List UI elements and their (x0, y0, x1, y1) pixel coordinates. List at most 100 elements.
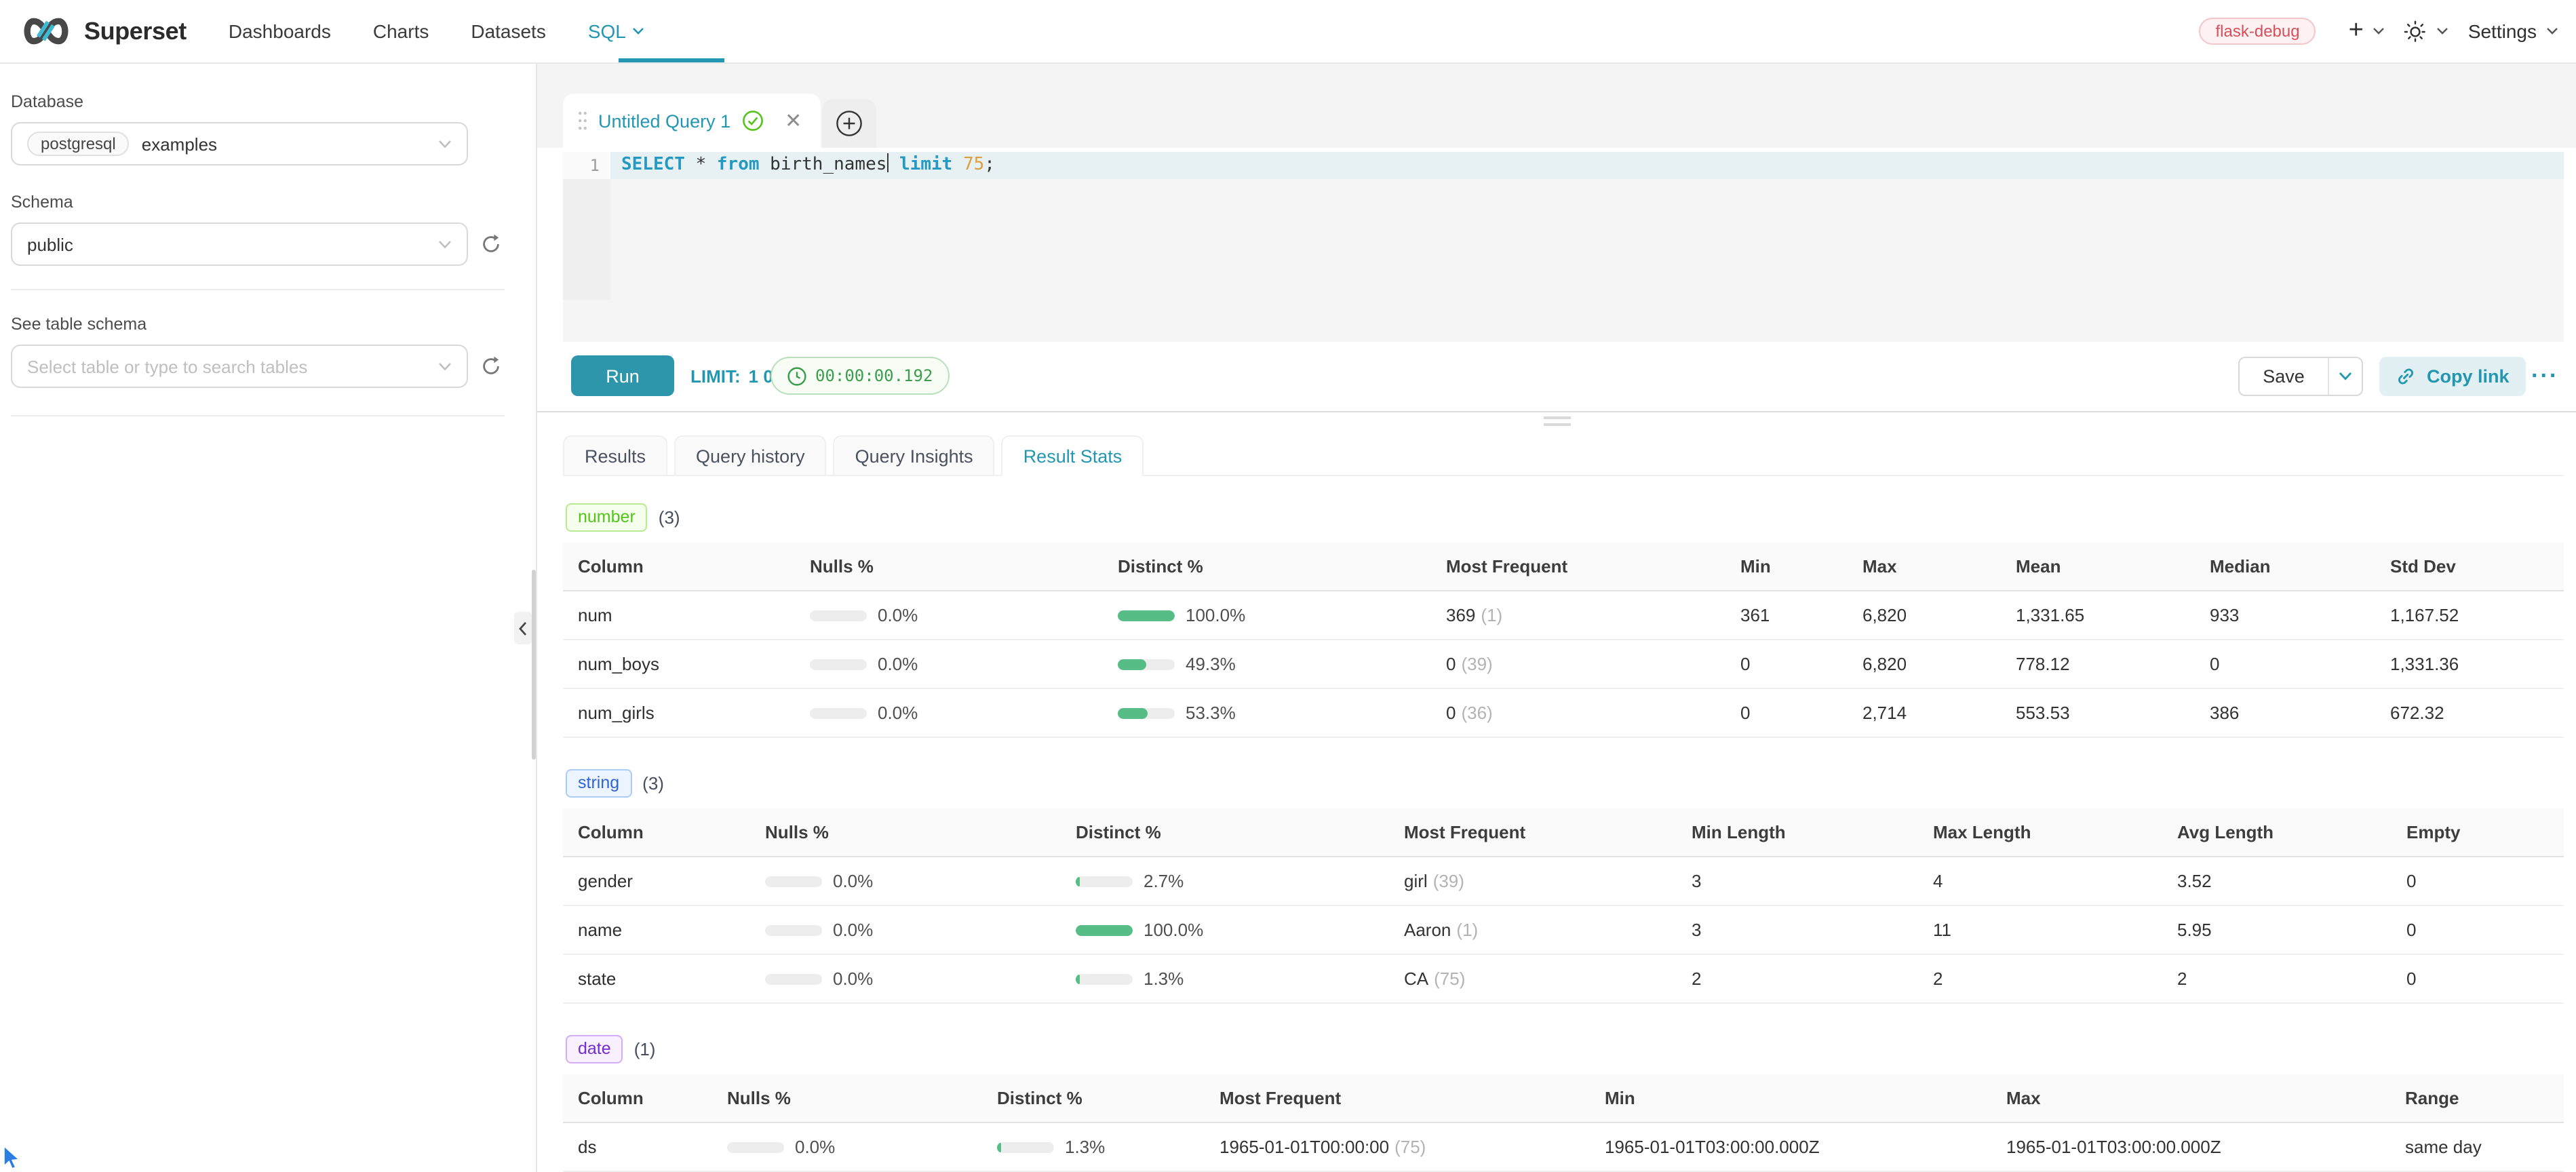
percent-bar-fill (1118, 659, 1146, 669)
close-tab-icon[interactable]: ✕ (785, 111, 802, 131)
resize-grip[interactable] (1544, 416, 1571, 429)
cell-value: 3 (1692, 871, 1933, 891)
sql-editor-pane: Untitled Query 1 ✕ 1 SELECT * from birt (537, 64, 2576, 1172)
percent-bar-fill (1076, 973, 1080, 984)
cell-value: 1965-01-01T03:00:00.000Z (1605, 1137, 2006, 1157)
theme-toggle-menu[interactable] (2404, 20, 2449, 43)
percent-label: 1.3% (1144, 969, 1184, 989)
chevron-down-icon (2339, 372, 2352, 381)
percent-cell: 2.7% (1076, 871, 1404, 891)
percent-bar-track (1118, 610, 1175, 621)
panel-divider (537, 411, 2576, 412)
tab-result-stats[interactable]: Result Stats (1002, 435, 1144, 476)
tab-query-history[interactable]: Query history (674, 435, 827, 476)
nav-item-charts[interactable]: Charts (373, 20, 429, 42)
cell-value: 778.12 (2016, 654, 2210, 674)
percent-bar-fill (1076, 876, 1080, 886)
limit-label: LIMIT: (690, 366, 741, 387)
sql-code-editor[interactable]: 1 SELECT * from birth_names limit 75; (563, 148, 2564, 342)
tab-label: Results (585, 446, 646, 466)
cell-value: 6,820 (1862, 654, 2016, 674)
percent-cell: 0.0% (810, 703, 1118, 723)
cell-value: 0 (2406, 920, 2564, 940)
cell-value: 2,714 (1862, 703, 2016, 723)
chevron-down-icon (438, 139, 452, 149)
cell-value: 553.53 (2016, 703, 2210, 723)
percent-cell: 0.0% (765, 920, 1076, 940)
nav-item-dashboards[interactable]: Dashboards (229, 20, 331, 42)
type-tag-number: number (566, 503, 648, 532)
percent-label: 0.0% (878, 605, 918, 625)
sun-theme-icon (2404, 20, 2427, 43)
cell-value: 0 (1740, 703, 1862, 723)
mouse-cursor (3, 1146, 22, 1171)
column-header: Column (578, 556, 810, 577)
percent-bar-track (1076, 924, 1133, 935)
column-header: Distinct % (1118, 556, 1446, 577)
cell-value: 2 (1933, 969, 2177, 989)
cell-column-name: ds (578, 1137, 727, 1157)
cell-value: 1,167.52 (2390, 605, 2564, 625)
percent-label: 0.0% (833, 871, 873, 891)
cell-value: 1,331.65 (2016, 605, 2210, 625)
chevron-down-icon (438, 362, 452, 371)
new-item-menu[interactable]: + (2349, 20, 2385, 42)
cell-most-frequent: girl(39) (1404, 871, 1692, 891)
percent-bar-fill (1118, 610, 1175, 621)
nav-item-datasets[interactable]: Datasets (471, 20, 546, 42)
chevron-down-icon (2546, 27, 2558, 35)
schema-select-value: public (27, 234, 438, 254)
chevron-left-icon (518, 621, 528, 636)
query-tab[interactable]: Untitled Query 1 ✕ (563, 94, 821, 148)
cell-column-name: state (578, 969, 765, 989)
cell-most-frequent: 1965-01-01T00:00:00(75) (1219, 1137, 1605, 1157)
run-query-button[interactable]: Run (571, 355, 674, 396)
copy-link-button[interactable]: Copy link (2379, 357, 2526, 396)
cell-value: 386 (2210, 703, 2390, 723)
table-row: name0.0%100.0%Aaron(1)3115.950 (563, 906, 2564, 955)
editor-toolbar: Run LIMIT: 1 000 00:00:00.192 Save (537, 342, 2576, 411)
column-header: Empty (2406, 822, 2564, 842)
type-tag-string: string (566, 769, 631, 798)
sidebar-divider (11, 289, 505, 290)
collapse-sidebar-button[interactable] (514, 612, 532, 644)
most-frequent-value: 0 (1446, 703, 1456, 723)
query-timer-badge: 00:00:00.192 (770, 357, 949, 395)
percent-bar-track (727, 1141, 784, 1152)
most-frequent-value: 369 (1446, 605, 1475, 625)
column-header: Min (1740, 556, 1862, 577)
nav-item-sql[interactable]: SQL (588, 20, 645, 42)
query-tab-strip: Untitled Query 1 ✕ (537, 64, 2576, 148)
new-query-tab-button[interactable] (822, 99, 876, 148)
column-header: Most Frequent (1219, 1088, 1605, 1108)
database-select[interactable]: postgresql examples (11, 122, 468, 165)
percent-bar-fill (1076, 924, 1133, 935)
tab-label: Query history (696, 446, 805, 466)
sql-token-plain (952, 155, 963, 175)
percent-label: 2.7% (1144, 871, 1184, 891)
percent-bar-track (765, 876, 822, 886)
superset-brand[interactable]: Superset (20, 15, 187, 47)
save-options-button[interactable] (2329, 358, 2362, 395)
section-heading: date (1) (566, 1035, 2561, 1063)
result-stats-panel: number(3)ColumnNulls %Distinct %Most Fre… (563, 476, 2564, 1172)
tab-results[interactable]: Results (563, 435, 667, 476)
schema-select[interactable]: public (11, 222, 468, 266)
navbar: Superset Dashboards Charts Datasets SQL … (0, 0, 2576, 64)
percent-label: 0.0% (878, 703, 918, 723)
cell-value: 0 (2406, 969, 2564, 989)
percent-cell: 0.0% (765, 969, 1076, 989)
more-actions-button[interactable]: ... (2531, 358, 2558, 381)
cell-value: 1,331.36 (2390, 654, 2564, 674)
scrollbar-thumb[interactable] (532, 570, 536, 760)
tab-query-insights[interactable]: Query Insights (834, 435, 995, 476)
type-tag-date: date (566, 1035, 623, 1063)
sql-code-line[interactable]: SELECT * from birth_names limit 75; (610, 152, 2564, 179)
settings-menu[interactable]: Settings (2468, 20, 2558, 42)
refresh-schemas-button[interactable] (480, 233, 502, 255)
table-select[interactable]: Select table or type to search tables (11, 345, 468, 388)
column-count: (1) (634, 1039, 656, 1059)
percent-label: 0.0% (833, 969, 873, 989)
refresh-tables-button[interactable] (480, 355, 502, 377)
save-button[interactable]: Save (2240, 358, 2329, 395)
